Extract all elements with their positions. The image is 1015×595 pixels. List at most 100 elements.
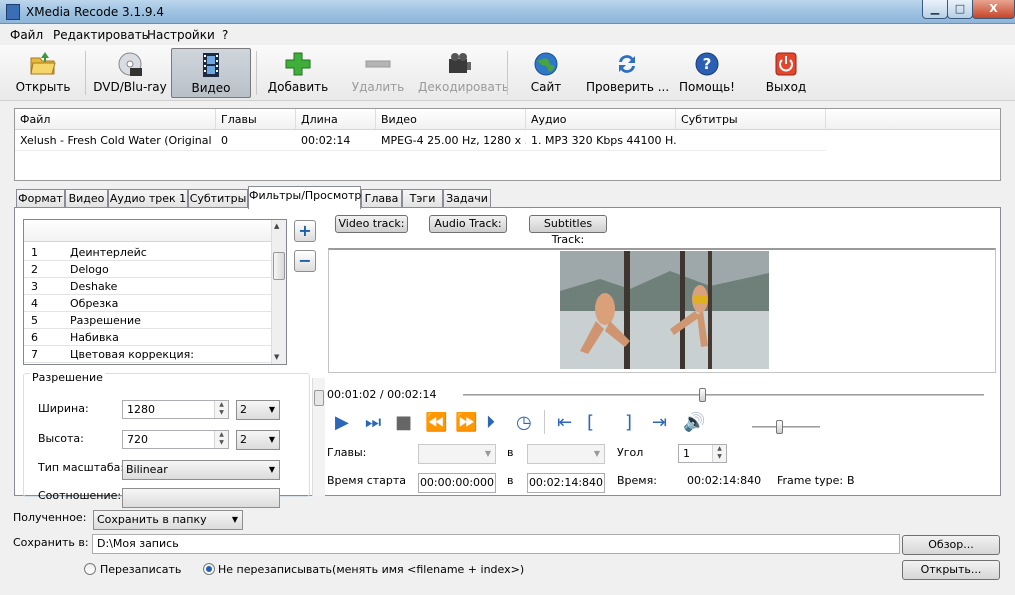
column-header-file[interactable]: Файл [15,109,216,130]
column-header-video[interactable]: Видео [376,109,526,130]
tab-tasks[interactable]: Задачи [443,189,491,208]
clock-icon[interactable]: ◷ [516,413,532,433]
cell-file: Xelush - Fresh Cold Water (Original M... [15,131,216,151]
tab-video[interactable]: Видео [65,189,108,208]
end-time-field[interactable]: 00:02:14:840 [527,473,605,493]
check-updates-button[interactable]: Проверить ... [586,48,669,98]
seek-slider-thumb[interactable] [698,388,706,402]
output-settings: Полученное: Сохранить в папку ▼ Сохранить… [0,500,1015,595]
column-header-duration[interactable]: Длина [296,109,376,130]
add-filter-button[interactable]: + [294,220,316,242]
column-header-chapters[interactable]: Главы [216,109,296,130]
volume-slider[interactable] [752,420,820,434]
tab-subtitles[interactable]: Субтитры [188,189,248,208]
output-path-input[interactable]: D:\Моя запись [92,534,900,554]
minimize-button[interactable]: ▁ [922,0,948,19]
open-folder-button[interactable]: Открыть... [902,560,1000,580]
width-stepper[interactable]: 1280 ▲ ▼ [122,400,229,419]
help-button[interactable]: ? Помощь! [676,48,738,98]
maximize-button[interactable]: □ [947,0,973,19]
video-button[interactable]: Видео [171,48,251,98]
scroll-down-arrow-icon[interactable]: ▼ [274,353,279,361]
settings-scrollbar[interactable] [312,378,325,496]
list-item[interactable]: 1 Деинтерлейс [24,244,272,261]
svg-text:?: ? [703,55,712,73]
filter-list-scrollbar[interactable]: ▲ ▼ [271,220,286,364]
height-stepper[interactable]: 720 ▲ ▼ [122,430,229,449]
next-frame-icon[interactable]: ⏭ [365,413,381,433]
open-button[interactable]: Открыть [8,48,78,98]
tab-tags[interactable]: Тэги [402,189,443,208]
stepper-arrows-icon[interactable]: ▲ ▼ [214,401,228,418]
angle-stepper[interactable]: 1 ▲ ▼ [678,444,727,463]
no-overwrite-label: Не перезаписывать(менять имя <filename +… [218,563,525,576]
menu-file[interactable]: Файл [10,28,43,42]
scroll-thumb[interactable] [273,252,285,280]
stop-icon[interactable]: ■ [395,413,412,433]
add-button[interactable]: Добавить [263,48,333,98]
chapter-end-select[interactable]: ▼ [527,444,605,464]
menu-help[interactable]: ? [222,28,228,42]
rewind-icon[interactable]: ⏪ [425,413,447,433]
width-divisor-select[interactable]: 2 ▼ [236,400,280,420]
tab-audio-track-1[interactable]: Аудио трек 1 [108,189,188,208]
scroll-up-arrow-icon[interactable]: ▲ [274,222,279,230]
browse-button[interactable]: Обзор... [902,535,1000,555]
decode-button[interactable]: Декодировать [418,48,509,98]
overwrite-radio[interactable] [84,563,96,575]
mark-in-icon[interactable]: [ [587,413,594,433]
fast-forward-icon[interactable]: ⏩ [455,413,477,433]
scroll-thumb[interactable] [314,390,324,406]
video-track-button[interactable]: Video track: [335,215,408,233]
list-item[interactable]: 6 Набивка [24,329,272,346]
exit-button[interactable]: Выход [757,48,815,98]
menu-edit[interactable]: Редактировать [53,28,149,42]
mark-out-icon[interactable]: ] [625,413,632,433]
tab-chapter[interactable]: Глава [361,189,402,208]
volume-icon[interactable]: 🔊 [683,413,705,433]
toolbar-separator [85,51,86,95]
projector-icon [449,53,471,73]
help-icon: ? [695,52,719,76]
scale-type-select[interactable]: Bilinear ▼ [122,460,280,480]
column-header-audio[interactable]: Аудио [526,109,676,130]
filter-list-header [24,220,272,242]
audio-track-button[interactable]: Audio Track: [429,215,507,233]
time-value: 00:02:14:840 [687,474,762,487]
go-to-end-icon[interactable]: ⇥ [652,413,667,433]
stepper-arrows-icon[interactable]: ▲ ▼ [712,445,726,462]
play-icon[interactable]: ▶ [335,413,349,433]
stepper-arrows-icon[interactable]: ▲ ▼ [214,431,228,448]
tab-filters-preview[interactable]: Фильтры/Просмотр [248,186,361,209]
remove-button[interactable]: Удалить [345,48,411,98]
list-item[interactable]: 5 Разрешение [24,312,272,329]
chapter-start-select[interactable]: ▼ [418,444,496,464]
height-divisor-select[interactable]: 2 ▼ [236,430,280,450]
subtitles-track-button[interactable]: Subtitles Track: [529,215,607,246]
list-item[interactable]: 2 Delogo [24,261,272,278]
start-time-label: Время старта [327,474,407,487]
website-button[interactable]: Сайт [515,48,577,98]
list-item[interactable]: 3 Deshake [24,278,272,295]
filter-list: 1 Деинтерлейс 2 Delogo 3 Deshake 4 Обрезка 5… [23,219,287,365]
list-item[interactable]: 4 Обрезка [24,295,272,312]
height-label: Высота: [38,432,84,445]
list-item[interactable]: 7 Цветовая коррекция: [24,346,272,363]
menu-settings[interactable]: Настройки [147,28,215,42]
width-label: Ширина: [38,402,89,415]
output-mode-select[interactable]: Сохранить в папку ▼ [93,510,243,530]
frame-type-value: B [847,474,855,487]
scale-type-label: Тип масштаба: [38,461,125,474]
slow-motion-icon[interactable]: ⏵ [486,413,495,433]
start-time-field[interactable]: 00:00:00:000 [418,473,496,493]
dvd-bluray-button[interactable]: DVD/Blu-ray [92,48,168,98]
volume-slider-thumb[interactable] [775,420,783,434]
close-button[interactable]: X [972,0,1015,19]
go-to-start-icon[interactable]: ⇤ [557,413,572,433]
tab-format[interactable]: Формат [16,189,65,208]
menu-bar: Файл Редактировать Настройки ? [0,25,1015,45]
remove-filter-button[interactable]: − [294,250,316,272]
seek-slider[interactable] [463,388,984,402]
no-overwrite-radio[interactable] [203,563,215,575]
column-header-subtitles[interactable]: Субтитры [676,109,826,130]
